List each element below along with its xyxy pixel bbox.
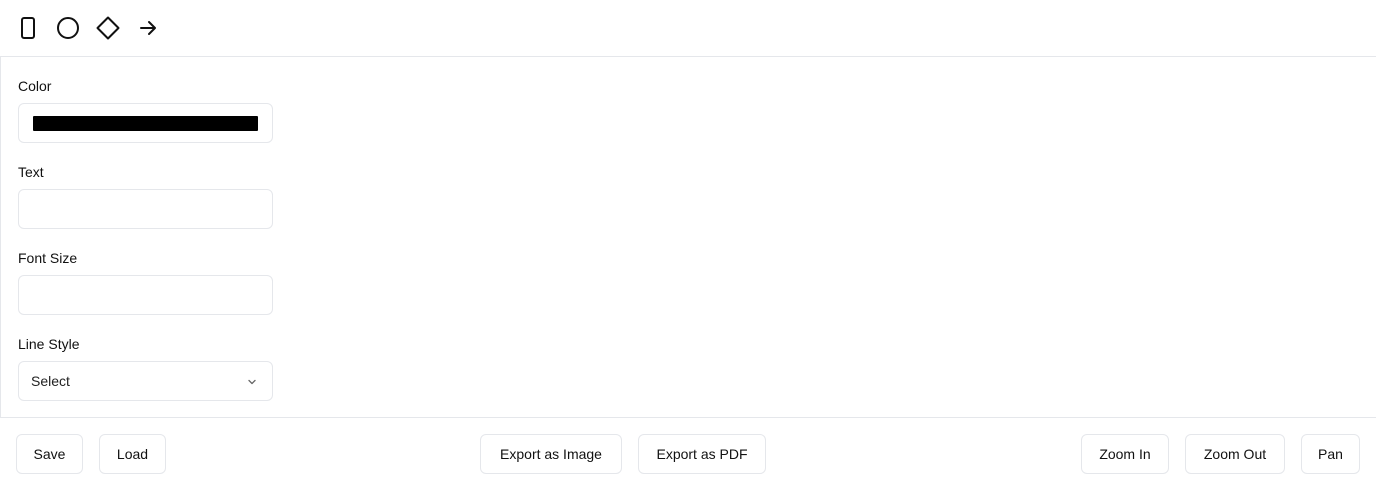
circle-tool[interactable] [54,14,82,42]
shape-toolbar [0,0,1376,57]
text-label: Text [18,164,44,180]
arrow-tool[interactable] [134,14,162,42]
circle-icon [57,17,79,39]
canvas-workspace[interactable]: Color Text Font Size Line Style Select [0,57,1376,418]
save-button[interactable]: Save [16,434,83,474]
font-size-input[interactable] [19,276,272,314]
line-style-select[interactable]: Select [18,361,273,401]
diamond-icon [96,16,120,40]
rectangle-tool[interactable] [14,14,42,42]
color-label: Color [18,78,52,94]
pan-button[interactable]: Pan [1301,434,1360,474]
chevron-down-icon [248,379,256,385]
zoom-in-button[interactable]: Zoom In [1081,434,1169,474]
font-size-field-wrapper [18,275,273,315]
font-size-label: Font Size [18,250,78,266]
load-button[interactable]: Load [99,434,166,474]
color-swatch [33,116,258,131]
export-pdf-button[interactable]: Export as PDF [638,434,766,474]
color-picker[interactable] [18,103,273,143]
line-style-label: Line Style [18,336,80,352]
rectangle-icon [21,17,35,39]
line-style-selected-value: Select [31,373,70,389]
arrow-right-icon [140,21,156,35]
text-field-wrapper [18,189,273,229]
export-image-button[interactable]: Export as Image [480,434,622,474]
text-input[interactable] [19,190,272,228]
diamond-tool[interactable] [94,14,122,42]
zoom-out-button[interactable]: Zoom Out [1185,434,1285,474]
